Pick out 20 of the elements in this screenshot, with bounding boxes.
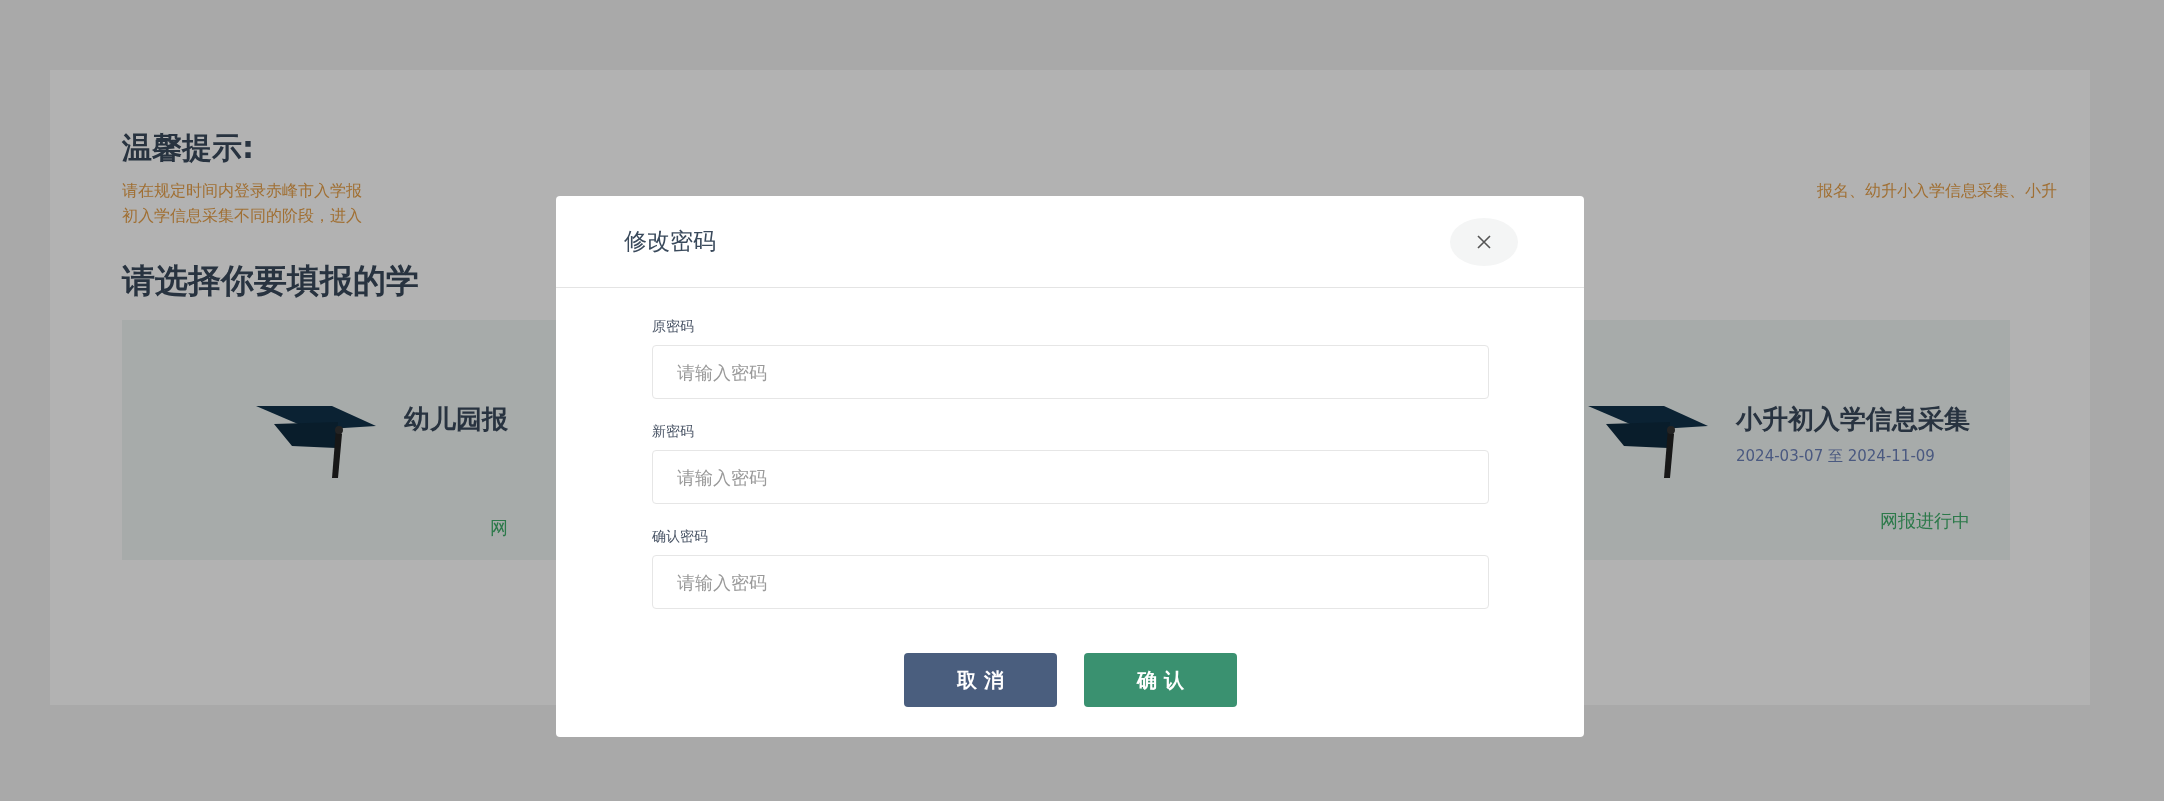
notice-title: 温馨提示: bbox=[122, 129, 255, 167]
card-title: 幼儿园报 bbox=[404, 402, 508, 436]
confirm-button[interactable]: 确 认 bbox=[1084, 653, 1237, 707]
date-range: 2024-03-07 至 2024-11-09 bbox=[1736, 445, 1936, 467]
field-label: 原密码 bbox=[652, 317, 695, 336]
field-label: 新密码 bbox=[652, 422, 695, 441]
section-heading: 请选择你要填报的学 bbox=[122, 260, 420, 302]
cancel-button[interactable]: 取 消 bbox=[904, 653, 1057, 707]
card-title: 小升初入学信息采集 bbox=[1736, 402, 1970, 436]
password-field[interactable]: 请输入密码 bbox=[652, 450, 1489, 504]
status-text: 网报进行中 bbox=[1879, 509, 1970, 533]
notice-text: 请在规定时间内登录赤峰市入学报 bbox=[122, 180, 362, 202]
dialog-title: 修改密码 bbox=[624, 227, 716, 257]
close-icon bbox=[1476, 233, 1492, 250]
status-text: 网 bbox=[489, 515, 508, 540]
notice-text: 初入学信息采集不同的阶段，进入 bbox=[122, 205, 362, 227]
password-field[interactable]: 请输入密码 bbox=[652, 555, 1489, 609]
notice-text: 报名、幼升小入学信息采集、小升 bbox=[1817, 180, 2057, 202]
password-field[interactable]: 请输入密码 bbox=[652, 345, 1489, 399]
field-label: 确认密码 bbox=[652, 527, 709, 546]
